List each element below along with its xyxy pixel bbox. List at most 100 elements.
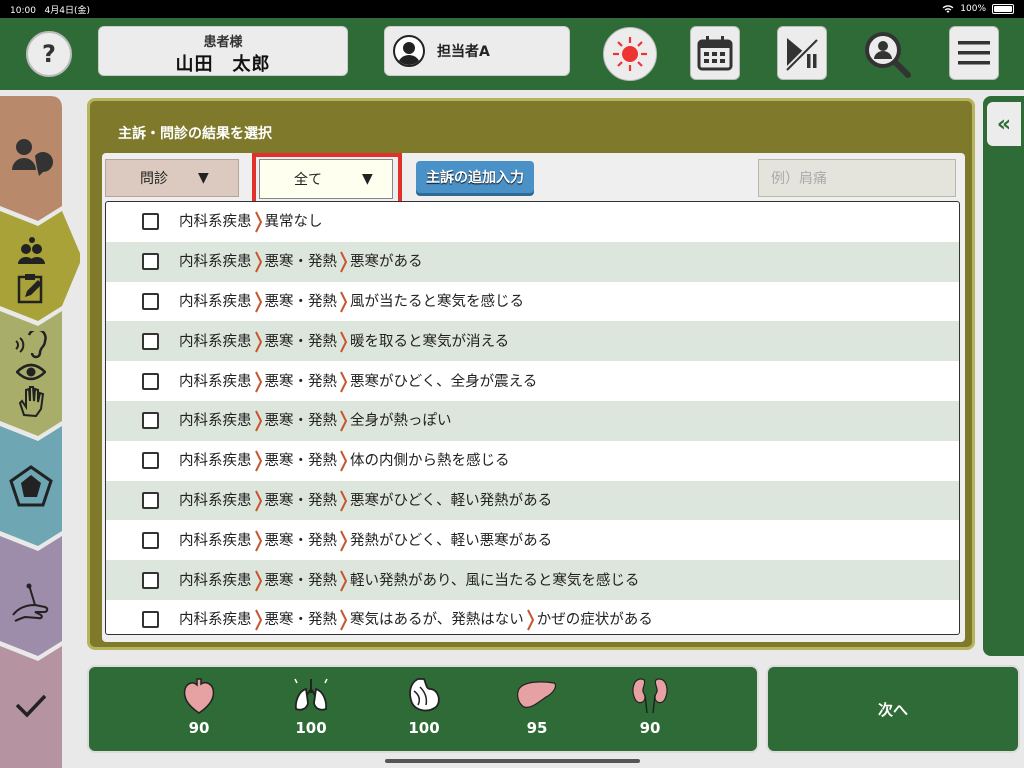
play-pause-icon (785, 36, 819, 71)
patient-label: 患者様 (203, 35, 243, 50)
checkbox[interactable] (142, 372, 159, 390)
chevron-right-icon (340, 570, 347, 592)
liver-icon (517, 681, 557, 708)
chevron-right-icon (254, 410, 262, 432)
nav-interview[interactable] (0, 224, 62, 316)
list-item[interactable]: 内科系疾患 悪寒・発熱 悪寒がひどく、軽い発熱がある (106, 480, 959, 521)
clipboard-pencil-icon (17, 274, 43, 304)
checkbox[interactable] (142, 571, 159, 589)
nav-patient-intake[interactable] (0, 126, 62, 186)
expand-panel-button[interactable]: « (987, 102, 1021, 146)
breadcrumb-segment: 悪寒がある (350, 254, 423, 271)
left-nav-background (0, 96, 80, 768)
alert-button[interactable] (603, 27, 657, 81)
nav-observation[interactable] (0, 328, 62, 420)
list-item[interactable]: 内科系疾患 悪寒・発熱 悪寒がひどく、全身が震える (106, 361, 959, 401)
breadcrumb-segment: 悪寒・発熱 (264, 413, 338, 430)
hand-icon (18, 386, 45, 417)
patient-info[interactable]: 患者様 山田 太郎 (98, 26, 348, 76)
play-pause-button[interactable] (777, 26, 827, 80)
list-item[interactable]: 内科系疾患 悪寒・発熱 軽い発熱があり、風に当たると寒気を感じる (106, 560, 959, 600)
organ-kidneys: 90 (620, 675, 680, 737)
chevron-down-icon: ▼ (362, 171, 373, 187)
breadcrumb-segment: 内科系疾患 (179, 572, 252, 589)
list-item[interactable]: 内科系疾患 悪寒・発熱 風が当たると寒気を感じる (106, 282, 959, 322)
patient-handoff-icon (12, 139, 53, 176)
add-complaint-button[interactable]: 主訴の追加入力 (416, 161, 534, 193)
breadcrumb-segment: 異常なし (264, 214, 323, 231)
checkbox[interactable] (142, 292, 159, 310)
checkbox[interactable] (142, 531, 159, 549)
chevron-right-icon (254, 251, 262, 273)
filter-type-dropdown[interactable]: 問診 ▼ (105, 159, 239, 197)
breadcrumb-segment: 発熱がひどく、軽い悪寒がある (350, 532, 553, 549)
breadcrumb-segment: 内科系疾患 (179, 532, 252, 549)
patient-name: 山田 太郎 (175, 54, 271, 75)
checkmark-icon (15, 694, 47, 718)
breadcrumb-segment: 内科系疾患 (179, 333, 252, 350)
organ-value: 90 (188, 719, 210, 737)
chevron-right-icon (526, 609, 534, 631)
breadcrumb: 内科系疾患 悪寒・発熱 悪寒がひどく、軽い発熱がある (179, 489, 552, 512)
breadcrumb-segment: 悪寒・発熱 (264, 333, 338, 350)
breadcrumb: 内科系疾患 悪寒・発熱 発熱がひどく、軽い悪寒がある (179, 529, 552, 552)
staff-selector[interactable]: 担当者A (384, 26, 570, 76)
breadcrumb-segment: 内科系疾患 (179, 214, 252, 231)
chevron-right-icon (254, 331, 262, 353)
search-person-button[interactable] (860, 27, 914, 81)
list-item[interactable]: 内科系疾患 悪寒・発熱 発熱がひどく、軽い悪寒がある (106, 520, 959, 560)
breadcrumb-segment: 悪寒・発熱 (264, 492, 338, 509)
list-item[interactable]: 内科系疾患 悪寒・発熱 体の内側から熱を感じる (106, 441, 959, 481)
checkbox[interactable] (142, 452, 159, 470)
breadcrumb-segment: 風が当たると寒気を感じる (350, 293, 524, 310)
alert-icon (613, 37, 647, 71)
ear-icon (15, 331, 47, 359)
status-bar: 10:00 4月4日(金) 100% (0, 0, 1024, 18)
organ-stomach: 100 (394, 675, 454, 737)
organ-heart: 90 (169, 675, 229, 737)
main-panel: 主訴・問診の結果を選択 問診 ▼ 全て ▼ 主訴の追加入力 例）肩痛 内科系疾患… (87, 98, 975, 650)
checkbox[interactable] (142, 213, 159, 231)
nav-analysis[interactable] (0, 446, 62, 526)
menu-icon (958, 41, 990, 65)
status-left: 10:00 4月4日(金) (10, 3, 90, 16)
eye-icon (16, 363, 46, 381)
checkbox[interactable] (142, 412, 159, 430)
nav-complete[interactable] (0, 676, 62, 736)
chevron-right-icon (254, 211, 262, 233)
right-panel: « (983, 96, 1024, 656)
breadcrumb-segment: 悪寒・発熱 (264, 612, 338, 629)
status-right: 100% (942, 4, 1014, 14)
nav-treatment[interactable] (0, 566, 62, 640)
breadcrumb: 内科系疾患 悪寒・発熱 軽い発熱があり、風に当たると寒気を感じる (179, 569, 639, 592)
checkbox[interactable] (142, 611, 159, 629)
search-input[interactable]: 例）肩痛 (758, 159, 956, 197)
list-item[interactable]: 内科系疾患 悪寒・発熱 暖を取ると寒気が消える (106, 321, 959, 362)
menu-button[interactable] (949, 26, 999, 80)
next-button[interactable]: 次へ (766, 665, 1020, 753)
search-person-icon (865, 32, 911, 78)
calendar-button[interactable] (690, 26, 740, 80)
list-item[interactable]: 内科系疾患 異常なし (106, 202, 959, 242)
battery-percent: 100% (960, 4, 986, 14)
list-item[interactable]: 内科系疾患 悪寒・発熱 全身が熱っぽい (106, 400, 959, 441)
list-item[interactable]: 内科系疾患 悪寒・発熱 寒気はあるが、発熱はない かぜの症状がある (106, 600, 959, 634)
chevron-right-icon (340, 291, 347, 313)
breadcrumb-segment: 内科系疾患 (179, 492, 252, 509)
chevron-right-icon (340, 530, 347, 552)
breadcrumb: 内科系疾患 悪寒・発熱 全身が熱っぽい (179, 409, 452, 432)
chevron-down-icon: ▼ (198, 170, 209, 186)
filter-scope-dropdown[interactable]: 全て ▼ (259, 159, 393, 199)
breadcrumb: 内科系疾患 悪寒・発熱 体の内側から熱を感じる (179, 449, 510, 472)
acupuncture-icon (12, 583, 49, 622)
checkbox[interactable] (142, 332, 159, 350)
selection-panel: 問診 ▼ 全て ▼ 主訴の追加入力 例）肩痛 内科系疾患 異常なし 内科系疾患 悪寒・… (102, 153, 965, 642)
help-button[interactable]: ? (26, 31, 72, 77)
checkbox[interactable] (142, 491, 159, 509)
kidneys-icon (632, 678, 668, 714)
organ-lungs: 100 (281, 675, 341, 737)
symptom-list: 内科系疾患 異常なし 内科系疾患 悪寒・発熱 悪寒がある 内科系疾患 悪寒・発熱 風が当たると… (105, 201, 960, 635)
list-item[interactable]: 内科系疾患 悪寒・発熱 悪寒がある (106, 241, 959, 282)
status-time: 10:00 (10, 5, 36, 16)
checkbox[interactable] (142, 253, 159, 271)
